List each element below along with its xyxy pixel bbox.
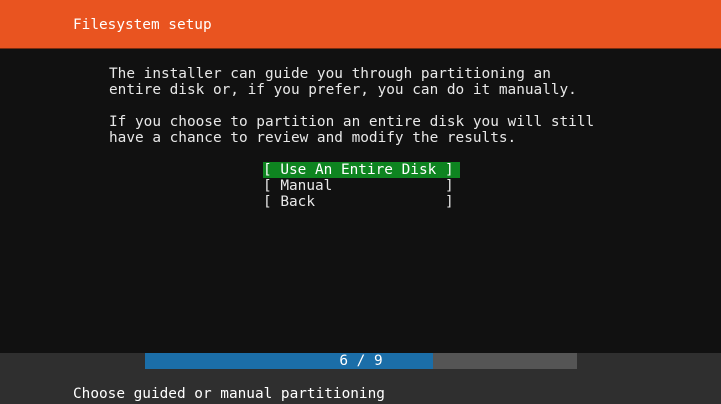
description-line-3: If you choose to partition an entire dis… (109, 114, 595, 130)
progress-label: 6 / 9 (339, 353, 383, 369)
header-bar: Filesystem setup (0, 0, 721, 49)
description-line-4: have a chance to review and modify the r… (109, 130, 517, 146)
manual-button[interactable]: [ Manual ] (263, 178, 460, 194)
back-button[interactable]: [ Back ] (263, 194, 460, 210)
status-text: Choose guided or manual partitioning (73, 386, 385, 402)
progress-bar: 6 / 9 (145, 353, 577, 369)
description-line-2: entire disk or, if you prefer, you can d… (109, 82, 577, 98)
description-line-1: The installer can guide you through part… (109, 66, 551, 82)
use-entire-disk-button[interactable]: [ Use An Entire Disk ] (263, 162, 460, 178)
page-title: Filesystem setup (73, 17, 212, 33)
